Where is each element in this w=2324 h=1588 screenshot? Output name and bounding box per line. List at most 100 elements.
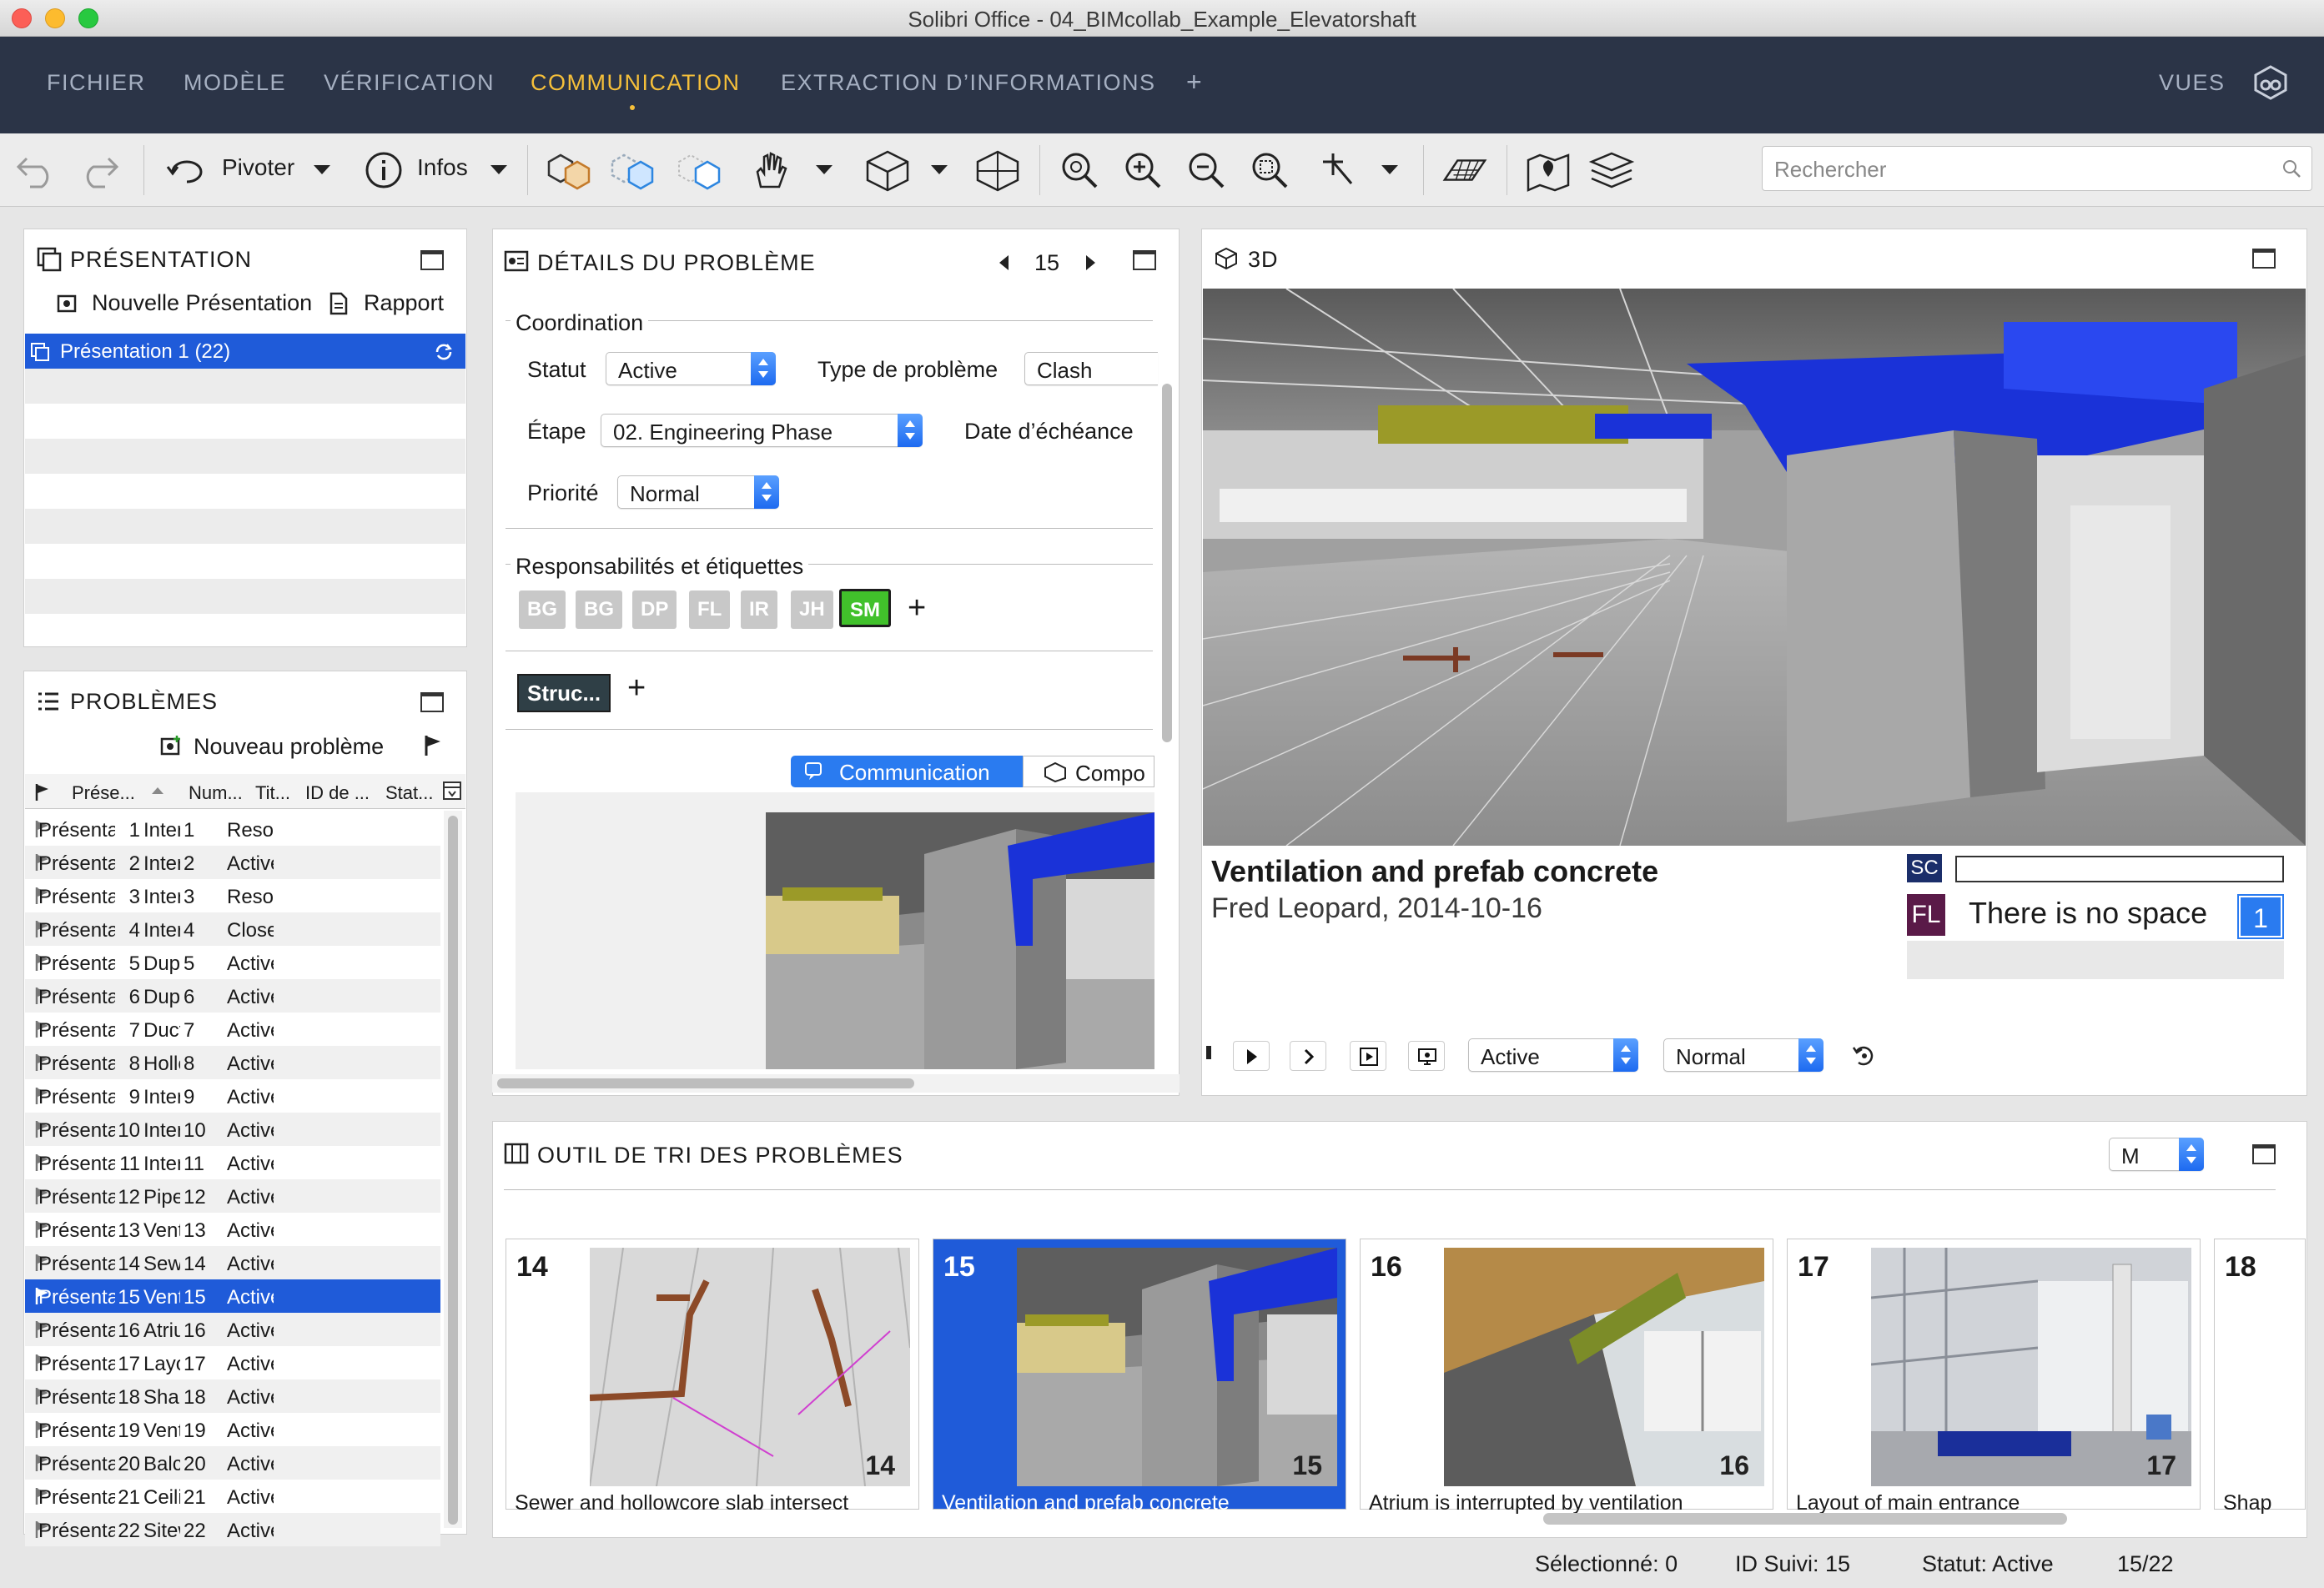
new-presentation-button[interactable]: Nouvelle Présentation xyxy=(92,290,312,316)
next-slide-button[interactable] xyxy=(1290,1041,1326,1071)
problems-scrollbar[interactable] xyxy=(444,811,462,1528)
sorter-maximize-icon[interactable] xyxy=(2252,1144,2276,1164)
floor-grid-icon[interactable] xyxy=(1441,147,1488,193)
zoom-in-icon[interactable] xyxy=(1119,147,1166,193)
menu-fichier[interactable]: FICHIER xyxy=(47,70,146,96)
new-problem-button[interactable]: Nouveau problème xyxy=(194,734,384,760)
table-row[interactable]: Présentation3Inter:3Resolv xyxy=(25,879,440,912)
issue-priority-select[interactable]: Normal xyxy=(1663,1038,1823,1072)
menu-extraction[interactable]: EXTRACTION D’INFORMATIONS xyxy=(781,70,1156,96)
selection-dropdown-icon[interactable] xyxy=(816,165,833,174)
zoom-window-icon[interactable] xyxy=(1246,147,1293,193)
show-components-icon[interactable] xyxy=(546,147,592,193)
flag-filter-icon[interactable] xyxy=(424,734,442,757)
table-row[interactable]: Présentation2Inter:2Active xyxy=(25,846,440,879)
assignee-chip-ir[interactable]: IR xyxy=(741,590,777,629)
add-tag-icon[interactable]: + xyxy=(627,671,646,706)
add-assignee-icon[interactable]: + xyxy=(908,590,926,626)
tab-components[interactable]: Compo xyxy=(1023,756,1154,787)
pivoter-label[interactable]: Pivoter xyxy=(222,154,294,181)
menu-communication[interactable]: COMMUNICATION xyxy=(531,70,740,96)
previous-problem-icon[interactable] xyxy=(999,255,1009,270)
undo-icon[interactable] xyxy=(13,147,60,193)
table-row[interactable]: Présentation17Layo17Active xyxy=(25,1346,440,1379)
table-row[interactable]: Présentation5Dupl5Active xyxy=(25,946,440,979)
zoom-fit-icon[interactable] xyxy=(1056,147,1103,193)
table-row[interactable]: Présentation10Inter:10Active xyxy=(25,1113,440,1146)
presentation-maximize-icon[interactable] xyxy=(420,250,444,270)
table-row[interactable]: Présentation19Venti19Active xyxy=(25,1413,440,1446)
table-row[interactable]: Présentation13Venti13Active xyxy=(25,1213,440,1246)
flag-column-icon[interactable] xyxy=(35,782,50,802)
comment-input[interactable] xyxy=(1955,856,2284,882)
table-row[interactable]: Présentation12Pipe12Active xyxy=(25,1179,440,1213)
details-vscroll-thumb[interactable] xyxy=(1162,384,1172,742)
snapshot-thumbnail[interactable] xyxy=(766,812,1154,1069)
tag-chip-struc[interactable]: Struc... xyxy=(517,674,611,712)
priorite-select[interactable]: Normal xyxy=(617,475,779,509)
pivoter-dropdown-icon[interactable] xyxy=(314,165,330,174)
table-row[interactable]: Présentation15Venti15Active xyxy=(25,1279,440,1313)
column-presentation[interactable]: Prése... xyxy=(72,782,135,804)
column-status[interactable]: Stat... xyxy=(385,782,433,804)
assignee-chip-sm[interactable]: SM xyxy=(839,589,891,627)
infos-dropdown-icon[interactable] xyxy=(490,165,507,174)
column-title[interactable]: Tit... xyxy=(255,782,290,804)
menu-verification[interactable]: VÉRIFICATION xyxy=(324,70,495,96)
search-input[interactable]: Rechercher xyxy=(1762,146,2312,191)
assignee-chip-jh[interactable]: JH xyxy=(791,590,833,629)
menu-vues[interactable]: VUES xyxy=(2159,70,2226,96)
table-row[interactable]: Présentation16Atriu16Active xyxy=(25,1313,440,1346)
play-button[interactable] xyxy=(1233,1041,1270,1071)
statut-select[interactable]: Active xyxy=(606,352,776,385)
table-row[interactable]: Présentation11Inter:11Active xyxy=(25,1146,440,1179)
hand-select-icon[interactable] xyxy=(746,147,792,193)
sorter-scroll-thumb[interactable] xyxy=(1543,1513,2067,1525)
assignee-chip-bg-2[interactable]: BG xyxy=(576,590,622,629)
issue-card-17[interactable]: 17 17 Layout of main entrance xyxy=(1787,1239,2201,1515)
problems-maximize-icon[interactable] xyxy=(420,692,444,712)
zoom-out-icon[interactable] xyxy=(1183,147,1230,193)
layers-icon[interactable] xyxy=(1588,147,1635,193)
tab-communication[interactable]: Communication xyxy=(791,756,1023,787)
details-hscrollbar[interactable] xyxy=(492,1074,1180,1093)
table-row[interactable]: Présentation18Shap18Active xyxy=(25,1379,440,1413)
table-row[interactable]: Présentation6Dupl6Active xyxy=(25,979,440,1013)
infos-label[interactable]: Infos xyxy=(417,154,468,181)
assignee-chip-fl[interactable]: FL xyxy=(689,590,731,629)
table-row[interactable]: Présentation22Sitew22Active xyxy=(25,1513,440,1546)
details-maximize-icon[interactable] xyxy=(1133,250,1156,270)
view-dropdown-icon[interactable] xyxy=(931,165,948,174)
assignee-chip-dp[interactable]: DP xyxy=(632,590,677,629)
table-row[interactable]: Présentation4Inter:4Closed xyxy=(25,912,440,946)
view-cube-icon[interactable] xyxy=(864,147,911,193)
table-row[interactable]: Présentation9Inter:9Active xyxy=(25,1079,440,1113)
rotate-icon[interactable] xyxy=(163,147,210,193)
add-tab-button[interactable]: + xyxy=(1186,67,1203,98)
presentation-list-item[interactable]: Présentation 1 (22) xyxy=(25,334,465,369)
hide-components-icon[interactable] xyxy=(609,147,656,193)
table-row[interactable]: Présentation20Balc20Active xyxy=(25,1446,440,1480)
next-problem-icon[interactable] xyxy=(1086,255,1095,270)
issue-card-16[interactable]: 16 16 Atrium is interrupted by ventilati… xyxy=(1360,1239,1773,1515)
issue-card-14[interactable]: 14 14 Sewer and hollowcore slab intersec… xyxy=(506,1239,919,1515)
location-map-icon[interactable] xyxy=(1525,147,1572,193)
column-chooser-icon[interactable] xyxy=(442,781,462,801)
issue-card-15[interactable]: 15 15 Ventilation and prefab concrete xyxy=(933,1239,1346,1515)
table-row[interactable]: Présentation21Ceilir21Active xyxy=(25,1480,440,1513)
table-row[interactable]: Présentation8Hollo8Active xyxy=(25,1046,440,1079)
details-vscrollbar[interactable] xyxy=(1159,300,1175,1051)
measure-dropdown-icon[interactable] xyxy=(1381,165,1398,174)
report-button[interactable]: Rapport xyxy=(364,290,444,316)
table-row[interactable]: Présentation7Duct:7Active xyxy=(25,1013,440,1046)
column-id[interactable]: ID de ... xyxy=(305,782,370,804)
table-row[interactable]: Présentation14Sewe14Active xyxy=(25,1246,440,1279)
slideshow-button[interactable] xyxy=(1350,1041,1386,1071)
sync-icon[interactable] xyxy=(434,342,454,362)
thumbnail-size-select[interactable]: M xyxy=(2109,1138,2204,1171)
type-select[interactable]: Clash xyxy=(1024,352,1158,385)
column-number[interactable]: Num... xyxy=(189,782,243,804)
assignee-chip-bg[interactable]: BG xyxy=(519,590,566,629)
etape-select[interactable]: 02. Engineering Phase xyxy=(601,414,923,447)
info-icon[interactable] xyxy=(360,147,407,193)
